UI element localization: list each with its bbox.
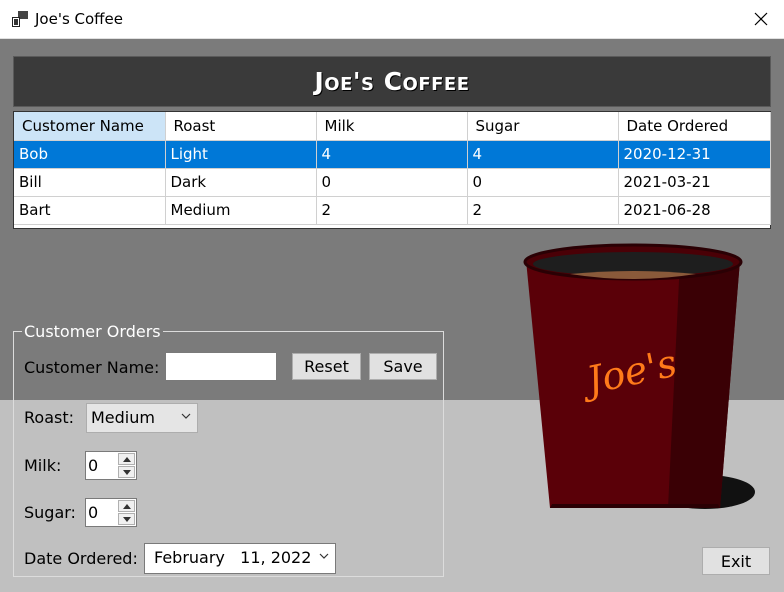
orders-grid[interactable]: Customer Name Roast Milk Sugar Date Orde… — [13, 111, 771, 229]
sugar-stepper[interactable]: 0 — [85, 498, 137, 527]
close-button[interactable] — [738, 0, 784, 38]
table-cell[interactable]: 4 — [467, 140, 619, 169]
app-window: Joe's Coffee Joe's Coffee Customer Name … — [0, 0, 784, 592]
table-cell[interactable]: 0 — [467, 168, 619, 197]
banner-title: Joe's Coffee — [314, 67, 470, 96]
table-row[interactable]: Bart Medium 2 2 2021-06-28 — [14, 196, 771, 225]
column-header-customer-name[interactable]: Customer Name — [14, 112, 166, 141]
table-cell[interactable]: Light — [165, 140, 317, 169]
table-cell[interactable]: 2021-06-28 — [618, 196, 771, 225]
chevron-down-icon — [122, 516, 131, 522]
date-ordered-label: Date Ordered: — [24, 549, 138, 568]
roast-select[interactable]: Medium — [86, 403, 198, 433]
table-cell[interactable]: Bob — [14, 140, 166, 169]
chevron-up-icon — [122, 503, 131, 509]
window-title: Joe's Coffee — [35, 10, 123, 28]
reset-button[interactable]: Reset — [292, 353, 361, 380]
save-button[interactable]: Save — [369, 353, 437, 380]
column-header-date-ordered[interactable]: Date Ordered — [618, 112, 771, 141]
table-cell[interactable]: Medium — [165, 196, 317, 225]
title-bar[interactable]: Joe's Coffee — [0, 0, 784, 39]
roast-label: Roast: — [24, 408, 74, 427]
table-cell[interactable]: 2021-03-21 — [618, 168, 771, 197]
sugar-increment-button[interactable] — [118, 500, 135, 512]
table-cell[interactable]: Bill — [14, 168, 166, 197]
sugar-label: Sugar: — [24, 503, 76, 522]
exit-button[interactable]: Exit — [702, 547, 770, 575]
table-cell[interactable]: 2 — [467, 196, 619, 225]
table-cell[interactable]: 2020-12-31 — [618, 140, 771, 169]
chevron-down-icon — [181, 413, 191, 419]
table-row[interactable]: Bob Light 4 4 2020-12-31 — [14, 140, 771, 169]
milk-increment-button[interactable] — [118, 453, 135, 465]
header-banner: Joe's Coffee — [13, 56, 771, 107]
app-icon — [12, 11, 28, 27]
chevron-down-icon — [319, 553, 329, 559]
table-cell[interactable]: 2 — [316, 196, 468, 225]
customer-name-input[interactable] — [165, 352, 277, 381]
date-ordered-picker[interactable]: February 11, 2022 — [144, 543, 336, 574]
sugar-stepper-value: 0 — [88, 503, 99, 522]
column-header-milk[interactable]: Milk — [316, 112, 468, 141]
table-cell[interactable]: Dark — [165, 168, 317, 197]
group-title: Customer Orders — [22, 322, 163, 341]
milk-label: Milk: — [24, 456, 62, 475]
date-ordered-value: February 11, 2022 — [154, 548, 312, 567]
milk-stepper-value: 0 — [88, 456, 99, 475]
sugar-decrement-button[interactable] — [118, 513, 135, 525]
roast-select-value: Medium — [91, 408, 155, 427]
table-cell[interactable]: 4 — [316, 140, 468, 169]
chevron-up-icon — [122, 456, 131, 462]
chevron-down-icon — [122, 469, 131, 475]
coffee-cup-image: Joe's — [523, 243, 755, 509]
table-cell[interactable]: Bart — [14, 196, 166, 225]
column-header-roast[interactable]: Roast — [165, 112, 317, 141]
table-row[interactable]: Bill Dark 0 0 2021-03-21 — [14, 168, 771, 197]
table-cell[interactable]: 0 — [316, 168, 468, 197]
grid-header-row: Customer Name Roast Milk Sugar Date Orde… — [14, 112, 771, 141]
close-icon — [754, 12, 768, 26]
milk-stepper[interactable]: 0 — [85, 451, 137, 480]
customer-name-label: Customer Name: — [24, 358, 160, 377]
milk-decrement-button[interactable] — [118, 466, 135, 478]
column-header-sugar[interactable]: Sugar — [467, 112, 619, 141]
